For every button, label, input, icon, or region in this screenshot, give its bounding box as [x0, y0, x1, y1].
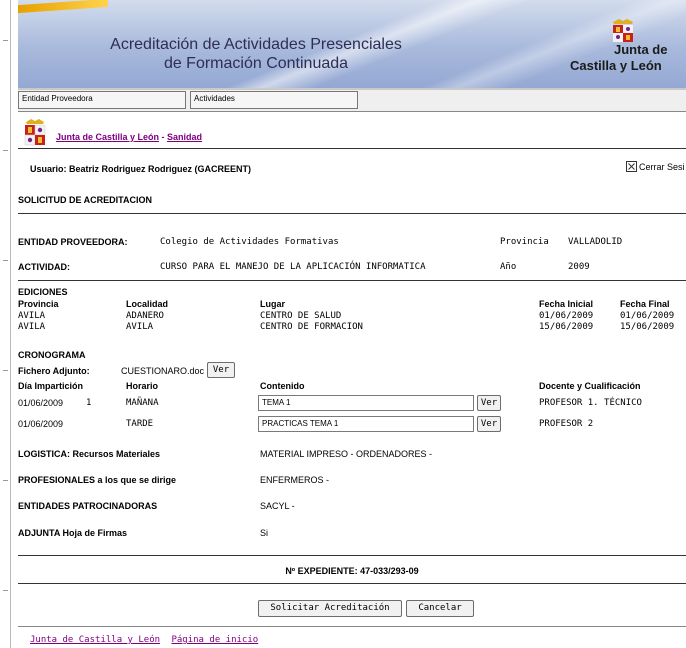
breadcrumb: Junta de Castilla y León - Sanidad [56, 132, 202, 142]
expediente-number: Nº EXPEDIENTE: 47-033/293-09 [285, 566, 419, 576]
strip-mark [3, 40, 8, 41]
divider [18, 626, 686, 627]
castilla-leon-crest-icon [24, 119, 46, 146]
logo-text-line1: Junta de [614, 42, 668, 57]
solicitar-acreditacion-button[interactable]: Solicitar Acreditación [258, 600, 402, 617]
edicion-fecha-final: 15/06/2009 [620, 322, 675, 332]
cronograma-docente: PROFESOR 2 [539, 419, 594, 429]
patrocinadoras-value: SACYL - [260, 501, 295, 511]
strip-mark [3, 590, 8, 591]
anio-value: 2009 [568, 262, 590, 272]
app-title-line2: de Formación Continuada [163, 55, 349, 72]
cronograma-header-docente: Docente y Cualificación [539, 381, 641, 391]
profesionales-label: PROFESIONALES a los que se dirige [18, 475, 177, 485]
strip-mark [3, 370, 8, 371]
tab-entidad-proveedora[interactable]: Entidad Proveedora [18, 91, 186, 109]
header-banner: Acreditación de Actividades Presenciales… [18, 0, 686, 90]
cronograma-header-contenido: Contenido [260, 381, 305, 391]
edicion-provincia: AVILA [18, 311, 46, 321]
cronograma-num: 1 [86, 398, 92, 408]
ver-contenido-button[interactable]: Ver [477, 416, 501, 432]
left-window-strip [0, 0, 11, 648]
entidad-value: Colegio de Actividades Formativas [160, 237, 339, 247]
entidad-label: ENTIDAD PROVEEDORA: [18, 237, 128, 247]
cronograma-horario: TARDE [126, 419, 154, 429]
edicion-lugar: CENTRO DE SALUD [260, 311, 342, 321]
actividad-label: ACTIVIDAD: [18, 262, 70, 272]
fichero-value: CUESTIONARO.doc [121, 366, 205, 376]
breadcrumb-link-sanidad[interactable]: Sanidad [167, 132, 202, 142]
strip-mark [3, 260, 8, 261]
page: Acreditación de Actividades Presenciales… [18, 0, 686, 648]
provincia-value: VALLADOLID [568, 237, 623, 247]
castilla-leon-shield-icon [613, 19, 633, 42]
ver-contenido-button[interactable]: Ver [477, 395, 501, 411]
app-title-line1: Acreditación de Actividades Presenciales [110, 36, 402, 53]
edicion-fecha-final: 01/06/2009 [620, 311, 675, 321]
cronograma-horario: MAÑANA [126, 398, 159, 408]
footer: Junta de Castilla y León Página de inici… [30, 635, 258, 645]
cronograma-header-horario: Horario [126, 381, 159, 391]
strip-mark [3, 480, 8, 481]
ediciones-title: EDICIONES [18, 287, 68, 297]
edicion-lugar: CENTRO DE FORMACION [260, 322, 363, 332]
divider [18, 583, 686, 584]
fichero-label: Fichero Adjunto: [18, 366, 90, 376]
edicion-provincia: AVILA [18, 322, 46, 332]
footer-link-inicio[interactable]: Página de inicio [171, 635, 258, 645]
footer-link-junta[interactable]: Junta de Castilla y León [30, 635, 160, 645]
ediciones-header-lugar: Lugar [260, 299, 286, 309]
edicion-localidad: ADANERO [126, 311, 164, 321]
contenido-field[interactable]: TEMA 1 [258, 395, 474, 411]
tab-actividades[interactable]: Actividades [190, 91, 358, 109]
cronograma-header-dia: Día Impartición [18, 381, 84, 391]
logo-text-line2: Castilla y León [570, 58, 662, 73]
divider [18, 280, 686, 281]
ediciones-header-provincia: Provincia [18, 299, 59, 309]
actividad-value: CURSO PARA EL MANEJO DE LA APLICACIÓN IN… [160, 262, 426, 272]
logistica-label: LOGISTICA: Recursos Materiales [18, 449, 161, 459]
strip-mark [3, 150, 8, 151]
anio-label: Año [500, 262, 517, 272]
close-box-icon [626, 161, 637, 172]
tab-bar: Entidad Proveedora Actividades [18, 90, 686, 112]
divider [18, 555, 686, 556]
hoja-firmas-value: Si [260, 528, 269, 538]
section-title: SOLICITUD DE ACREDITACION [18, 195, 152, 205]
user-label: Usuario: Beatriz Rodriguez Rodriguez (GA… [30, 164, 252, 174]
profesionales-value: ENFERMEROS - [260, 475, 330, 485]
cancelar-button[interactable]: Cancelar [406, 600, 474, 617]
edicion-fecha-inicial: 01/06/2009 [539, 311, 594, 321]
divider [18, 213, 686, 214]
cronograma-title: CRONOGRAMA [18, 350, 86, 360]
logistica-value: MATERIAL IMPRESO - ORDENADORES - [260, 449, 433, 459]
logout-label: Cerrar Sesi [639, 161, 685, 172]
ediciones-header-fecha-inicial: Fecha Inicial [539, 299, 594, 309]
ediciones-header-fecha-final: Fecha Final [620, 299, 670, 309]
patrocinadoras-label: ENTIDADES PATROCINADORAS [18, 501, 158, 511]
ver-fichero-button[interactable]: Ver [207, 362, 235, 378]
cronograma-dia: 01/06/2009 [18, 419, 64, 429]
cronograma-dia: 01/06/2009 [18, 398, 64, 408]
cronograma-docente: PROFESOR 1. TÉCNICO [539, 398, 642, 408]
divider [18, 148, 686, 149]
junta-logo: Junta de Castilla y León [570, 8, 678, 78]
breadcrumb-link-junta[interactable]: Junta de Castilla y León [56, 132, 159, 142]
breadcrumb-separator: - [159, 132, 168, 142]
hoja-firmas-label: ADJUNTA Hoja de Firmas [18, 528, 128, 538]
provincia-label: Provincia [500, 237, 549, 247]
logout-link[interactable]: Cerrar Sesi [626, 161, 685, 172]
edicion-fecha-inicial: 15/06/2009 [539, 322, 594, 332]
contenido-field[interactable]: PRACTICAS TEMA 1 [258, 416, 474, 432]
edicion-localidad: AVILA [126, 322, 154, 332]
ediciones-header-localidad: Localidad [126, 299, 169, 309]
